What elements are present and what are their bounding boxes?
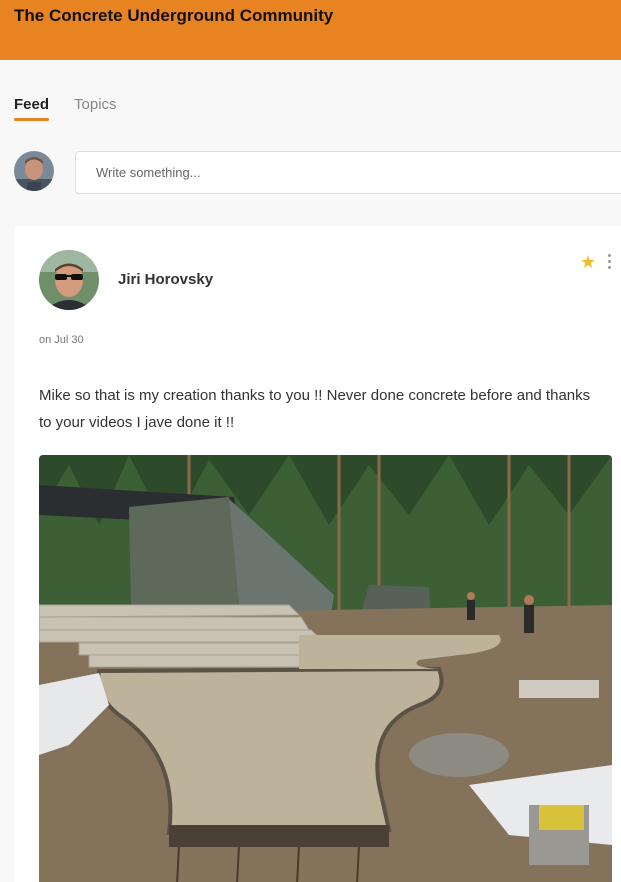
tab-feed[interactable]: Feed	[14, 96, 50, 121]
post-author-name[interactable]: Jiri Horovsky	[118, 271, 213, 288]
author-avatar[interactable]	[39, 250, 99, 310]
post-body: Mike so that is my creation thanks to yo…	[39, 387, 591, 431]
more-vertical-icon[interactable]	[607, 254, 613, 270]
post-date: on Jul 30	[39, 334, 84, 346]
feed-tabs: Feed Topics	[14, 96, 117, 122]
post-card: Jiri Horovsky ★ on Jul 30 Mike so that i…	[14, 226, 621, 882]
community-title[interactable]: The Concrete Underground Community	[14, 6, 333, 26]
post-composer-input[interactable]	[75, 151, 621, 194]
post-image[interactable]	[39, 455, 612, 882]
star-icon[interactable]: ★	[580, 252, 596, 272]
current-user-avatar[interactable]	[14, 151, 54, 191]
tab-topics[interactable]: Topics	[74, 96, 117, 121]
app-header: The Concrete Underground Community	[0, 0, 621, 60]
